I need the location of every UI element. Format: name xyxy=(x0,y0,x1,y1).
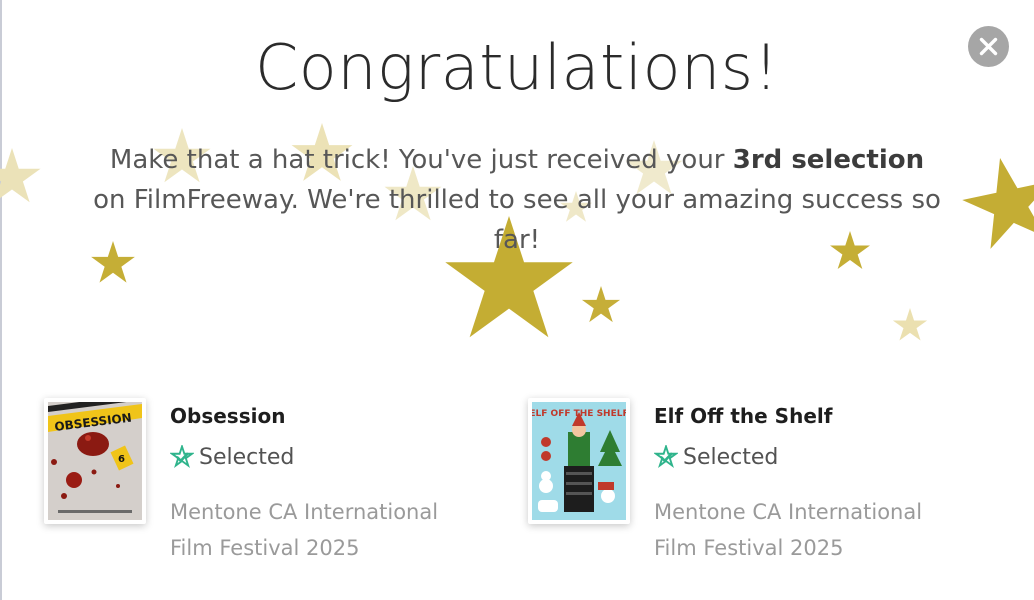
close-button[interactable] xyxy=(968,26,1009,67)
star-badge-icon xyxy=(654,445,678,469)
star-light xyxy=(0,148,41,203)
poster-elf-image: ELF OFF THE SHELF xyxy=(532,402,626,520)
festival-name: Mentone CA International Film Festival 2… xyxy=(170,500,439,560)
status-label: Selected xyxy=(199,444,295,470)
message-text-end: on FilmFreeway. We're thrilled to see al… xyxy=(93,185,941,255)
message-text: Make that a hat trick! You've just recei… xyxy=(109,145,733,175)
film-title[interactable]: Obsession xyxy=(170,404,285,428)
film-title[interactable]: Elf Off the Shelf xyxy=(654,404,832,428)
star-gold xyxy=(581,286,621,323)
festival-name: Mentone CA International Film Festival 2… xyxy=(654,500,923,560)
close-icon xyxy=(979,37,998,56)
status-label: Selected xyxy=(683,444,779,470)
svg-text:6: 6 xyxy=(118,454,125,465)
selection-count: 3rd selection xyxy=(732,145,925,175)
film-poster[interactable]: OBSESSION 6 xyxy=(44,398,146,524)
page-title: Congratulations! xyxy=(255,31,779,104)
selection-card[interactable]: ELF OFF THE SHELF Elf Off the Shelf Sele… xyxy=(528,398,988,568)
congratulations-modal: Congratulations! Make that a hat trick! … xyxy=(0,0,1034,600)
selection-status: Selected xyxy=(170,444,294,470)
selection-card[interactable]: OBSESSION 6 Obsession Selected Mentone C… xyxy=(44,398,504,568)
star-gold xyxy=(955,148,1034,253)
poster-obsession-image: OBSESSION 6 xyxy=(48,402,142,520)
star-badge-icon xyxy=(170,445,194,469)
film-poster[interactable]: ELF OFF THE SHELF xyxy=(528,398,630,524)
star-light xyxy=(892,308,928,341)
selection-status: Selected xyxy=(654,444,778,470)
congrats-message: Make that a hat trick! You've just recei… xyxy=(92,140,942,260)
